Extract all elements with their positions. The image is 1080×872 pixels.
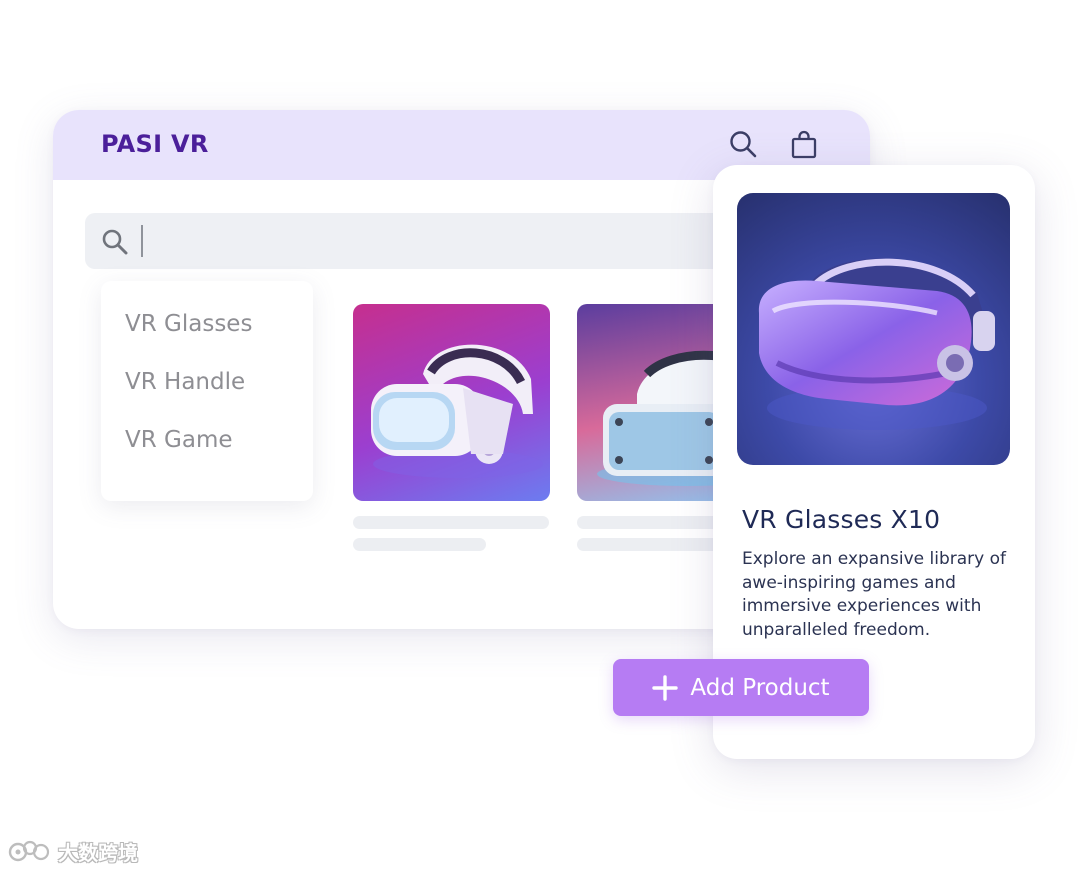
search-icon[interactable] <box>728 129 758 159</box>
product-image <box>737 193 1010 465</box>
brand-logo[interactable]: PASI VR <box>101 130 209 158</box>
placeholder-line <box>353 538 486 551</box>
shopping-bag-icon[interactable] <box>789 129 819 159</box>
add-product-button[interactable]: Add Product <box>613 659 869 716</box>
search-input[interactable] <box>141 225 741 257</box>
product-thumbnail[interactable] <box>353 304 550 501</box>
placeholder-line <box>353 516 549 529</box>
vr-glasses-image <box>758 258 995 430</box>
suggestion-item[interactable]: VR Handle <box>125 369 245 395</box>
watermark: 大数跨境 <box>8 836 138 866</box>
suggestion-item[interactable]: VR Game <box>125 427 233 453</box>
suggestion-item[interactable]: VR Glasses <box>125 311 252 337</box>
search-icon <box>101 228 129 256</box>
add-product-label: Add Product <box>690 674 830 701</box>
product-description: Explore an expansive library of awe-insp… <box>742 549 1006 640</box>
vr-headset-image <box>371 344 543 478</box>
watermark-logo-icon <box>8 837 54 865</box>
product-title: VR Glasses X10 <box>742 505 941 534</box>
plus-icon <box>652 674 679 701</box>
search-suggestions-dropdown: VR Glasses VR Handle VR Game <box>101 281 313 501</box>
watermark-text: 大数跨境 <box>58 840 138 865</box>
